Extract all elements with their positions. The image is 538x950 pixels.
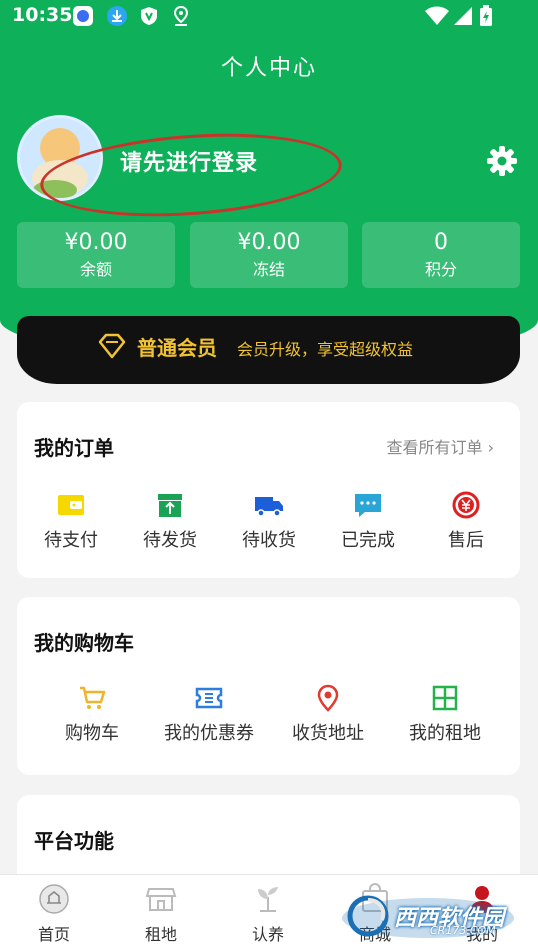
wallet-icon	[58, 495, 84, 515]
status-bar: 10:35	[0, 0, 538, 32]
order-after-sales[interactable]: 售后	[416, 490, 516, 552]
tab-label: 租地	[144, 925, 177, 944]
cart-address[interactable]: 收货地址	[276, 683, 380, 745]
coupon-icon	[195, 687, 223, 709]
stat-label: 积分	[424, 260, 457, 279]
stat-value: ¥0.00	[237, 230, 301, 255]
download-icon	[107, 6, 127, 26]
signal-icon	[454, 7, 472, 25]
member-title: 普通会员	[137, 336, 217, 360]
order-pending-shipment[interactable]: 待发货	[120, 490, 220, 552]
truck-icon	[255, 497, 283, 517]
shop-icon	[145, 888, 177, 911]
tab-land[interactable]: 租地	[126, 883, 196, 945]
grid-label: 待收货	[242, 530, 296, 551]
tab-label: 首页	[37, 925, 70, 944]
grid-label: 待发货	[143, 530, 197, 551]
location-pin-icon	[173, 5, 189, 26]
grid-label: 购物车	[65, 723, 119, 744]
grid-label: 我的租地	[409, 723, 481, 744]
plant-icon	[258, 887, 278, 912]
stat-value: ¥0.00	[64, 230, 128, 255]
stat-label: 冻结	[252, 260, 285, 279]
grid-label: 收货地址	[292, 723, 364, 744]
view-all-orders-link[interactable]: 查看所有订单 ›	[387, 434, 495, 458]
shield-icon	[141, 7, 157, 25]
grid-label: 我的优惠券	[164, 723, 254, 744]
cart-my-land[interactable]: 我的租地	[393, 683, 497, 745]
home-logo-icon	[39, 884, 69, 914]
grid-label: 已完成	[341, 530, 395, 551]
stat-frozen[interactable]: ¥0.00 冻结	[190, 222, 348, 288]
cart-icon	[80, 686, 106, 709]
platform-title: 平台功能	[34, 829, 114, 853]
order-pending-receipt[interactable]: 待收货	[219, 490, 319, 552]
order-pending-payment[interactable]: 待支付	[21, 490, 121, 552]
tab-home[interactable]: 首页	[19, 883, 89, 945]
orders-card: 我的订单 查看所有订单 › 待支付 待发货 待收货 已完成 售后	[17, 402, 520, 578]
grid-icon	[432, 685, 458, 711]
stat-points[interactable]: 0 积分	[362, 222, 520, 288]
chat-icon	[355, 494, 381, 517]
stat-label: 余额	[79, 260, 112, 279]
status-time: 10:35	[12, 4, 73, 26]
watermark-url: CR173.COM	[430, 924, 496, 937]
grid-label: 售后	[448, 530, 484, 551]
cart-title: 我的购物车	[34, 631, 134, 655]
location-icon	[317, 684, 339, 712]
messenger-icon	[73, 6, 93, 26]
member-subtitle: 会员升级，享受超级权益	[237, 340, 414, 359]
diamond-icon	[98, 333, 126, 359]
stat-balance[interactable]: ¥0.00 余额	[17, 222, 175, 288]
settings-gear-icon[interactable]	[486, 145, 518, 177]
orders-title: 我的订单	[34, 436, 114, 460]
order-completed[interactable]: 已完成	[318, 490, 418, 552]
tab-label: 认养	[251, 925, 284, 944]
cart-coupons[interactable]: 我的优惠券	[154, 683, 264, 745]
cart-shopping-cart[interactable]: 购物车	[42, 683, 142, 745]
cart-card: 我的购物车 购物车 我的优惠券 收货地址 我的租地	[17, 597, 520, 775]
refund-icon	[452, 491, 480, 519]
wifi-icon	[425, 6, 449, 25]
box-upload-icon	[158, 494, 182, 517]
stat-value: 0	[434, 230, 448, 255]
tab-adopt[interactable]: 认养	[233, 883, 303, 945]
page-title: 个人中心	[220, 56, 317, 81]
battery-icon	[480, 5, 492, 26]
grid-label: 待支付	[44, 530, 98, 551]
member-banner[interactable]: 普通会员 会员升级，享受超级权益	[17, 316, 520, 384]
